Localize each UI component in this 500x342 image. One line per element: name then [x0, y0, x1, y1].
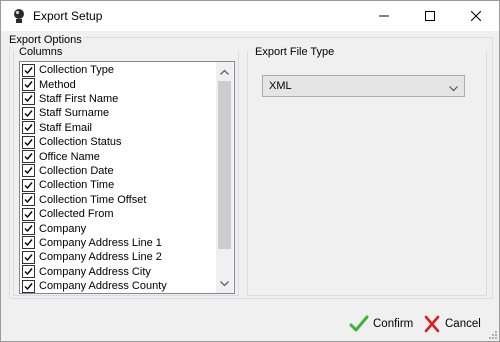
- column-checkbox[interactable]: [22, 92, 35, 106]
- app-icon: [11, 8, 27, 24]
- column-item[interactable]: Company Address City: [22, 265, 151, 279]
- column-item[interactable]: Collection Type: [22, 63, 114, 77]
- chevron-down-icon: [449, 83, 458, 95]
- check-icon: [24, 282, 33, 290]
- column-checkbox[interactable]: [22, 265, 35, 279]
- column-item-label: Company Address County: [39, 280, 167, 293]
- export-setup-dialog: Export Setup Export Options Columns Coll…: [0, 0, 500, 342]
- column-item-label: Company Address Line 2: [39, 251, 162, 264]
- close-icon: [471, 11, 481, 21]
- checkmark-icon: [349, 315, 369, 332]
- column-checkbox[interactable]: [22, 135, 35, 149]
- export-file-type-value: XML: [269, 80, 292, 92]
- column-item-label: Collected From: [39, 208, 114, 221]
- column-item-label: Collection Time: [39, 179, 115, 192]
- check-icon: [24, 253, 33, 261]
- columns-checklist[interactable]: Collection Type Method Staff First Name Sta…: [19, 61, 235, 294]
- column-item-label: Staff Email: [39, 121, 92, 134]
- scroll-thumb[interactable]: [218, 81, 231, 249]
- column-item[interactable]: Company Address County: [22, 279, 167, 293]
- column-item[interactable]: Company Address Line 2: [22, 250, 162, 264]
- check-icon: [24, 109, 33, 117]
- export-file-type-select[interactable]: XML: [262, 75, 465, 97]
- check-icon: [24, 153, 33, 161]
- chevron-down-icon: [220, 280, 229, 286]
- scroll-down-button[interactable]: [216, 275, 233, 292]
- cancel-button[interactable]: Cancel: [423, 313, 481, 335]
- column-item-label: Staff First Name: [39, 92, 119, 105]
- column-checkbox[interactable]: [22, 150, 35, 164]
- column-item-label: Collection Time Offset: [39, 193, 147, 206]
- column-item[interactable]: Staff Email: [22, 121, 92, 135]
- resize-grip-icon[interactable]: [487, 329, 497, 339]
- confirm-button[interactable]: Confirm: [349, 313, 413, 335]
- check-icon: [24, 167, 33, 175]
- close-button[interactable]: [453, 1, 499, 31]
- column-checkbox[interactable]: [22, 279, 35, 293]
- column-item[interactable]: Method: [22, 77, 76, 92]
- column-checkbox[interactable]: [22, 236, 35, 250]
- column-checkbox[interactable]: [22, 164, 35, 178]
- column-item-label: Collection Status: [39, 136, 122, 149]
- maximize-icon: [425, 11, 435, 21]
- minimize-icon: [379, 15, 389, 17]
- columns-scrollbar[interactable]: [216, 62, 233, 293]
- check-icon: [24, 268, 33, 276]
- column-item[interactable]: Office Name: [22, 149, 100, 164]
- cancel-label: Cancel: [445, 318, 481, 330]
- check-icon: [24, 239, 33, 247]
- scroll-up-button[interactable]: [216, 63, 233, 80]
- column-checkbox[interactable]: [22, 222, 35, 236]
- check-icon: [24, 210, 33, 218]
- column-checkbox[interactable]: [22, 63, 35, 77]
- column-item[interactable]: Collected From: [22, 207, 114, 221]
- export-options-legend: Export Options: [8, 34, 83, 46]
- column-item-label: Office Name: [39, 150, 100, 163]
- column-checkbox[interactable]: [22, 121, 35, 135]
- column-item[interactable]: Collection Time: [22, 178, 114, 192]
- column-item[interactable]: Staff First Name: [22, 92, 118, 106]
- column-checkbox[interactable]: [22, 250, 35, 264]
- column-item[interactable]: Collection Status: [22, 135, 122, 149]
- column-item-label: Staff Surname: [39, 107, 110, 120]
- check-icon: [24, 95, 33, 103]
- check-icon: [24, 196, 33, 204]
- window-title: Export Setup: [33, 9, 103, 23]
- column-item[interactable]: Collection Date: [22, 164, 114, 178]
- column-item-label: Collection Type: [39, 64, 115, 77]
- title-bar[interactable]: Export Setup: [1, 1, 499, 31]
- column-checkbox[interactable]: [22, 178, 35, 192]
- column-checkbox[interactable]: [22, 193, 35, 207]
- column-item[interactable]: Company: [22, 221, 87, 236]
- column-item-label: Company Address City: [39, 265, 151, 278]
- column-checkbox[interactable]: [22, 78, 35, 92]
- check-icon: [24, 181, 33, 189]
- column-checkbox[interactable]: [22, 207, 35, 221]
- check-icon: [24, 81, 33, 89]
- column-item-label: Company: [39, 222, 87, 235]
- chevron-up-icon: [220, 69, 229, 75]
- check-icon: [24, 66, 33, 74]
- cross-icon: [424, 315, 440, 333]
- column-checkbox[interactable]: [22, 106, 35, 120]
- column-item[interactable]: Staff Surname: [22, 106, 109, 120]
- column-item-label: Company Address Line 1: [39, 236, 162, 249]
- column-item-label: Collection Date: [39, 164, 114, 177]
- export-file-type-legend: Export File Type: [255, 46, 335, 58]
- column-item[interactable]: Collection Time Offset: [22, 193, 146, 207]
- column-item[interactable]: Company Address Line 1: [22, 236, 162, 250]
- check-icon: [24, 138, 33, 146]
- column-item-label: Method: [39, 78, 76, 91]
- confirm-label: Confirm: [373, 318, 414, 330]
- columns-legend: Columns: [19, 46, 63, 58]
- check-icon: [24, 124, 33, 132]
- check-icon: [24, 225, 33, 233]
- maximize-button[interactable]: [407, 1, 453, 31]
- minimize-button[interactable]: [361, 1, 407, 31]
